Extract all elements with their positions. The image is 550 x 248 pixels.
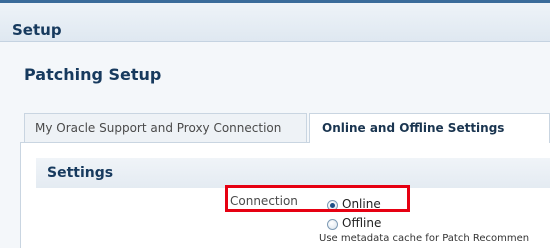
tab-online-offline-settings[interactable]: Online and Offline Settings [309, 113, 550, 143]
page-title: Patching Setup [24, 65, 162, 84]
metadata-cache-hint: Use metadata cache for Patch Recommen [319, 233, 530, 244]
app-title: Setup [12, 21, 62, 39]
connection-highlight-box [225, 185, 410, 212]
settings-section-title: Settings [47, 165, 114, 181]
settings-section-header [36, 158, 550, 188]
tab-my-oracle-support[interactable]: My Oracle Support and Proxy Connection [24, 113, 307, 142]
setup-header-bar [0, 3, 550, 42]
offline-radio-label[interactable]: Offline [342, 216, 381, 230]
offline-radio-button[interactable] [327, 219, 338, 230]
